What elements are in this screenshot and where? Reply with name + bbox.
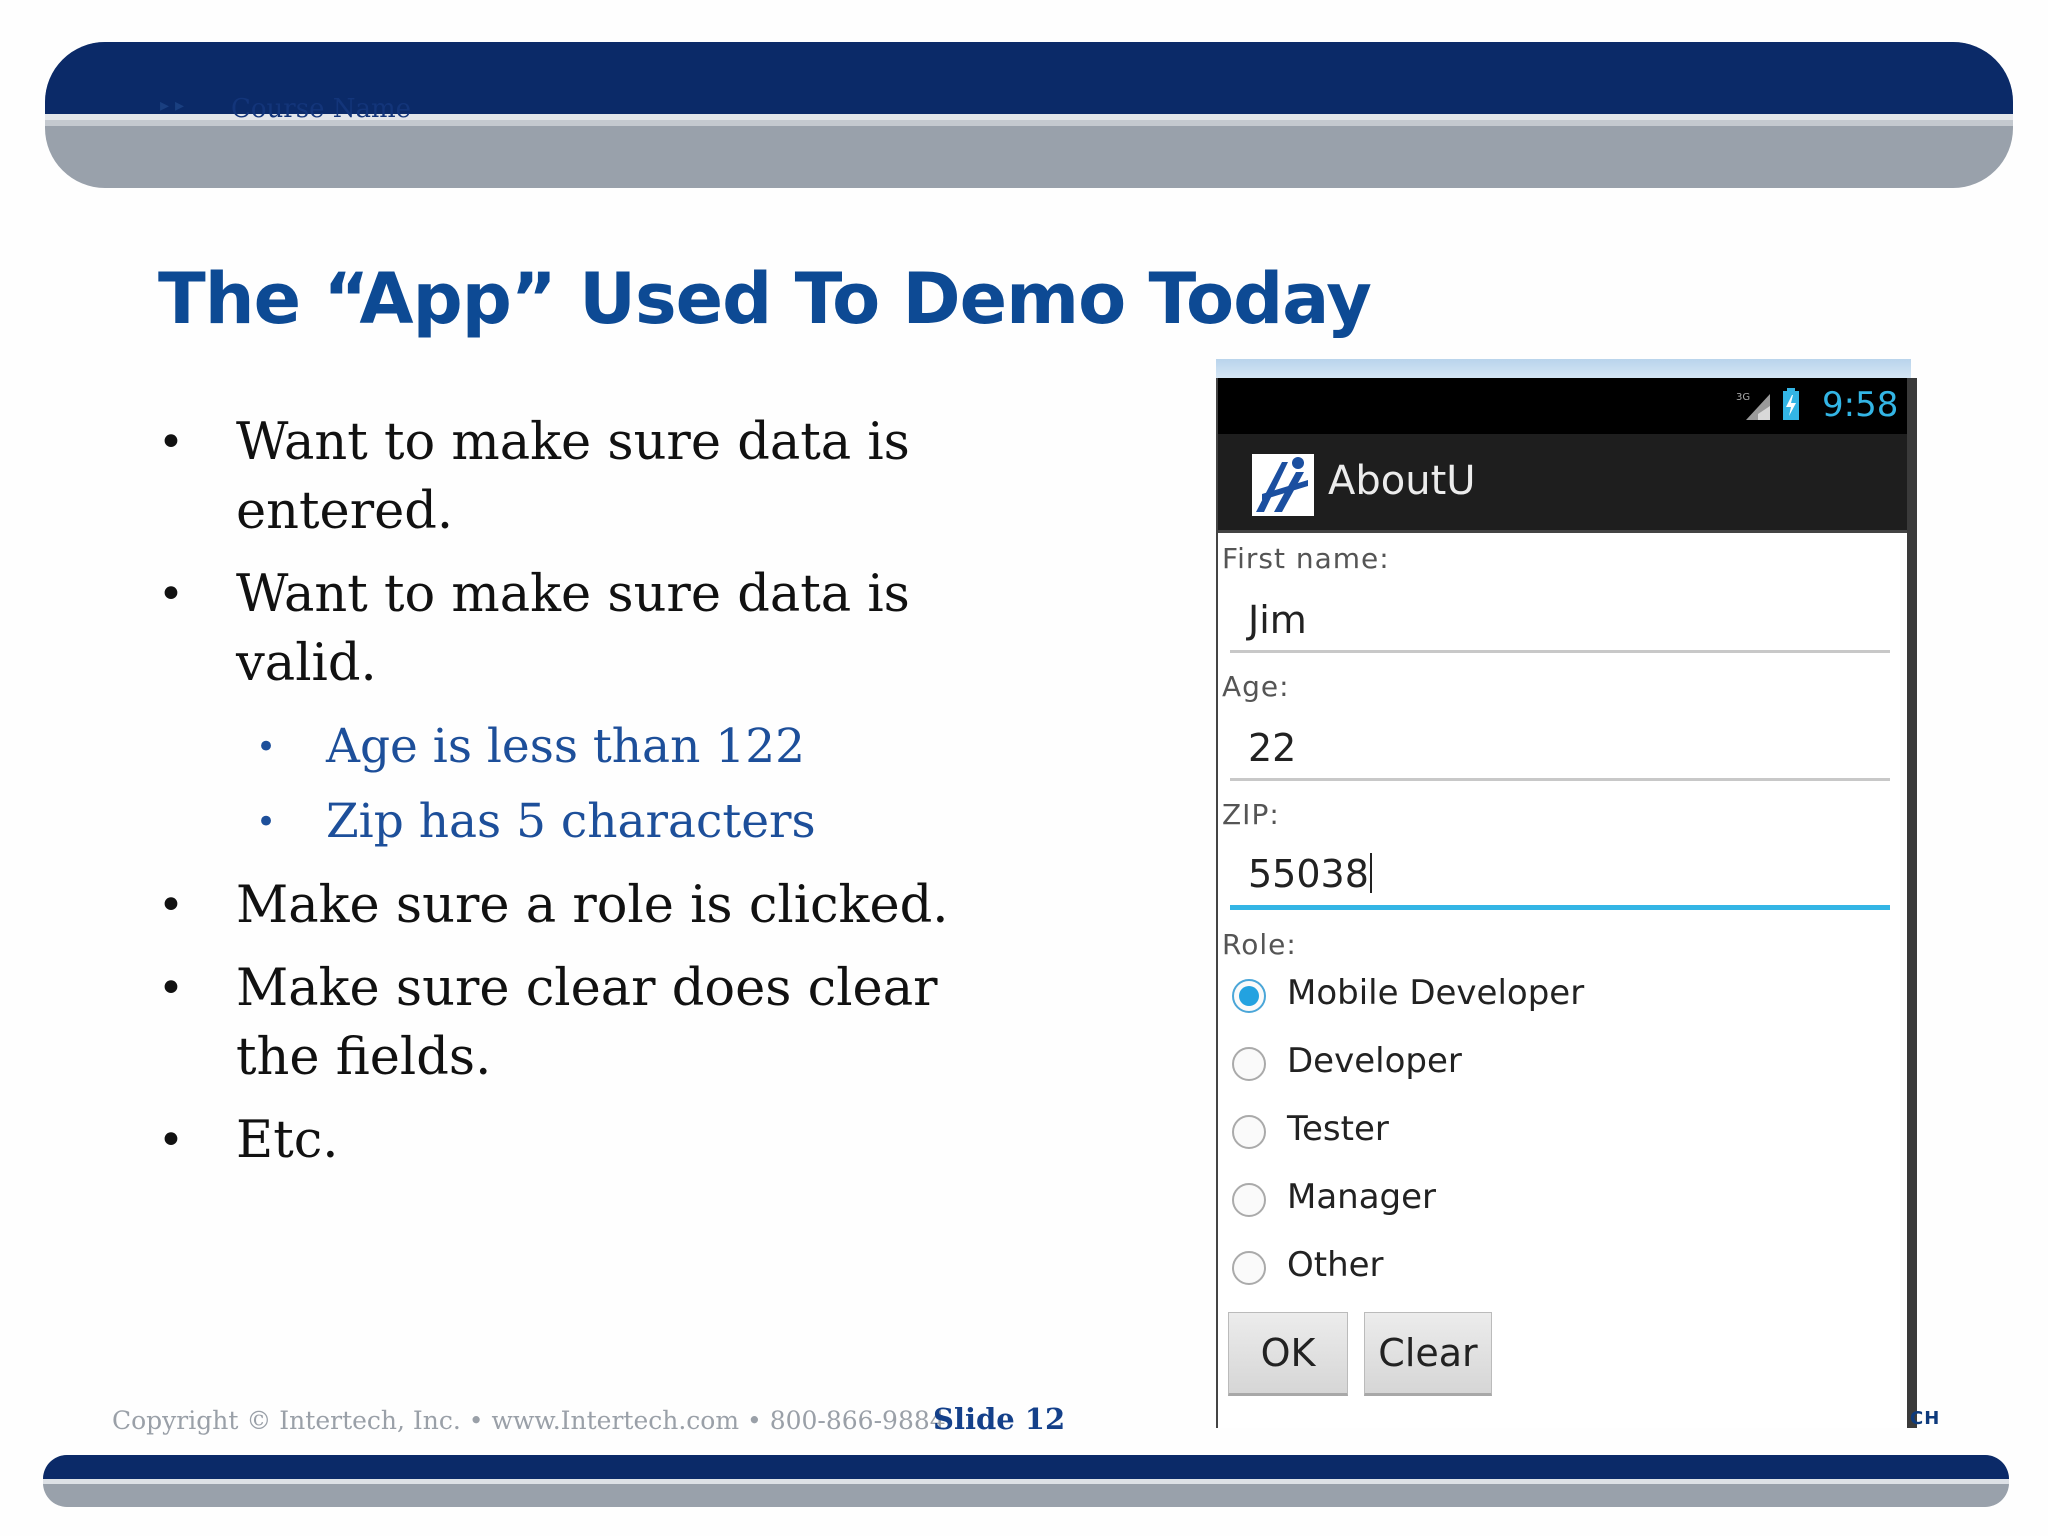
app-logo-icon [1252, 454, 1314, 516]
bullet-item: • Make sure clear does clear the fields. [158, 954, 1018, 1092]
copyright-text: Copyright © Intertech, Inc. • www.Intert… [112, 1406, 946, 1435]
footer-band [43, 1455, 2009, 1507]
sub-bullet-item: • Age is less than 122 [158, 712, 1018, 782]
bullet-item: • Want to make sure data is valid. [158, 560, 1018, 698]
radio-button[interactable] [1232, 1183, 1266, 1217]
bullet-dot-icon: • [158, 569, 184, 620]
first-name-label: First name: [1222, 542, 1390, 575]
radio-label: Other [1287, 1245, 1384, 1285]
app-title: AboutU [1328, 458, 1476, 504]
company-logo-fragment: CH [1910, 1408, 1941, 1429]
bullet-dot-icon: • [158, 417, 184, 468]
bullet-text: Etc. [236, 1111, 339, 1170]
age-underline [1230, 778, 1890, 781]
signal-icon: 3G [1736, 392, 1770, 420]
radio-button[interactable] [1232, 1047, 1266, 1081]
status-bar: 3G 9:58 [1218, 378, 1907, 434]
first-name-field[interactable]: Jim [1248, 598, 1307, 642]
footer-divider [43, 1479, 2009, 1484]
bullet-item: • Make sure a role is clicked. [158, 871, 1018, 940]
sub-bullet-text: Zip has 5 characters [326, 794, 816, 849]
bullet-text: Make sure a role is clicked. [236, 876, 949, 935]
radio-label: Mobile Developer [1287, 973, 1585, 1013]
sub-bullet-item: • Zip has 5 characters [158, 787, 1018, 857]
text-cursor [1369, 853, 1372, 893]
zip-label: ZIP: [1222, 798, 1280, 831]
radio-button[interactable] [1232, 1115, 1266, 1149]
slide-title: The “App” Used To Demo Today [158, 258, 1372, 340]
radio-label: Manager [1287, 1177, 1437, 1217]
age-label: Age: [1222, 670, 1290, 703]
bullet-list: • Want to make sure data is entered. • Wan… [158, 408, 1018, 1189]
screenshot-frame-top [1216, 359, 1911, 379]
bullet-text: Want to make sure data is valid. [236, 565, 910, 693]
course-name: Course Name [231, 94, 412, 124]
zip-field[interactable]: 55038 [1248, 852, 1372, 896]
double-arrow-icon: ▸▸ [160, 95, 191, 116]
role-label: Role: [1222, 928, 1297, 961]
bullet-item: • Want to make sure data is entered. [158, 408, 1018, 546]
android-app-screenshot: 3G 9:58 AboutU First name: Jim Age: 22 Z… [1216, 378, 1917, 1428]
bullet-text: Make sure clear does clear the fields. [236, 959, 938, 1087]
zip-value: 55038 [1248, 852, 1369, 896]
bullet-item: • Etc. [158, 1106, 1018, 1175]
sub-bullet-text: Age is less than 122 [326, 719, 805, 774]
bullet-dot-icon: • [158, 1115, 184, 1166]
footer-navy-strip [43, 1455, 2009, 1479]
zip-underline-focused [1230, 905, 1890, 910]
action-bar: AboutU [1218, 434, 1907, 533]
ok-button[interactable]: OK [1228, 1312, 1348, 1396]
radio-label: Tester [1287, 1109, 1389, 1149]
network-type: 3G [1736, 392, 1750, 403]
bullet-dot-icon: • [256, 727, 277, 767]
slide-number: Slide 12 [933, 1402, 1066, 1436]
first-name-underline [1230, 650, 1890, 653]
bullet-dot-icon: • [158, 963, 184, 1014]
battery-icon [1783, 388, 1799, 420]
radio-button-selected[interactable] [1232, 979, 1266, 1013]
bullet-text: Want to make sure data is entered. [236, 413, 910, 541]
radio-button[interactable] [1232, 1251, 1266, 1285]
bullet-dot-icon: • [256, 802, 277, 842]
age-field[interactable]: 22 [1248, 726, 1296, 770]
radio-label: Developer [1287, 1041, 1462, 1081]
bullet-dot-icon: • [158, 880, 184, 931]
clear-button[interactable]: Clear [1364, 1312, 1492, 1396]
status-clock: 9:58 [1822, 385, 1899, 425]
